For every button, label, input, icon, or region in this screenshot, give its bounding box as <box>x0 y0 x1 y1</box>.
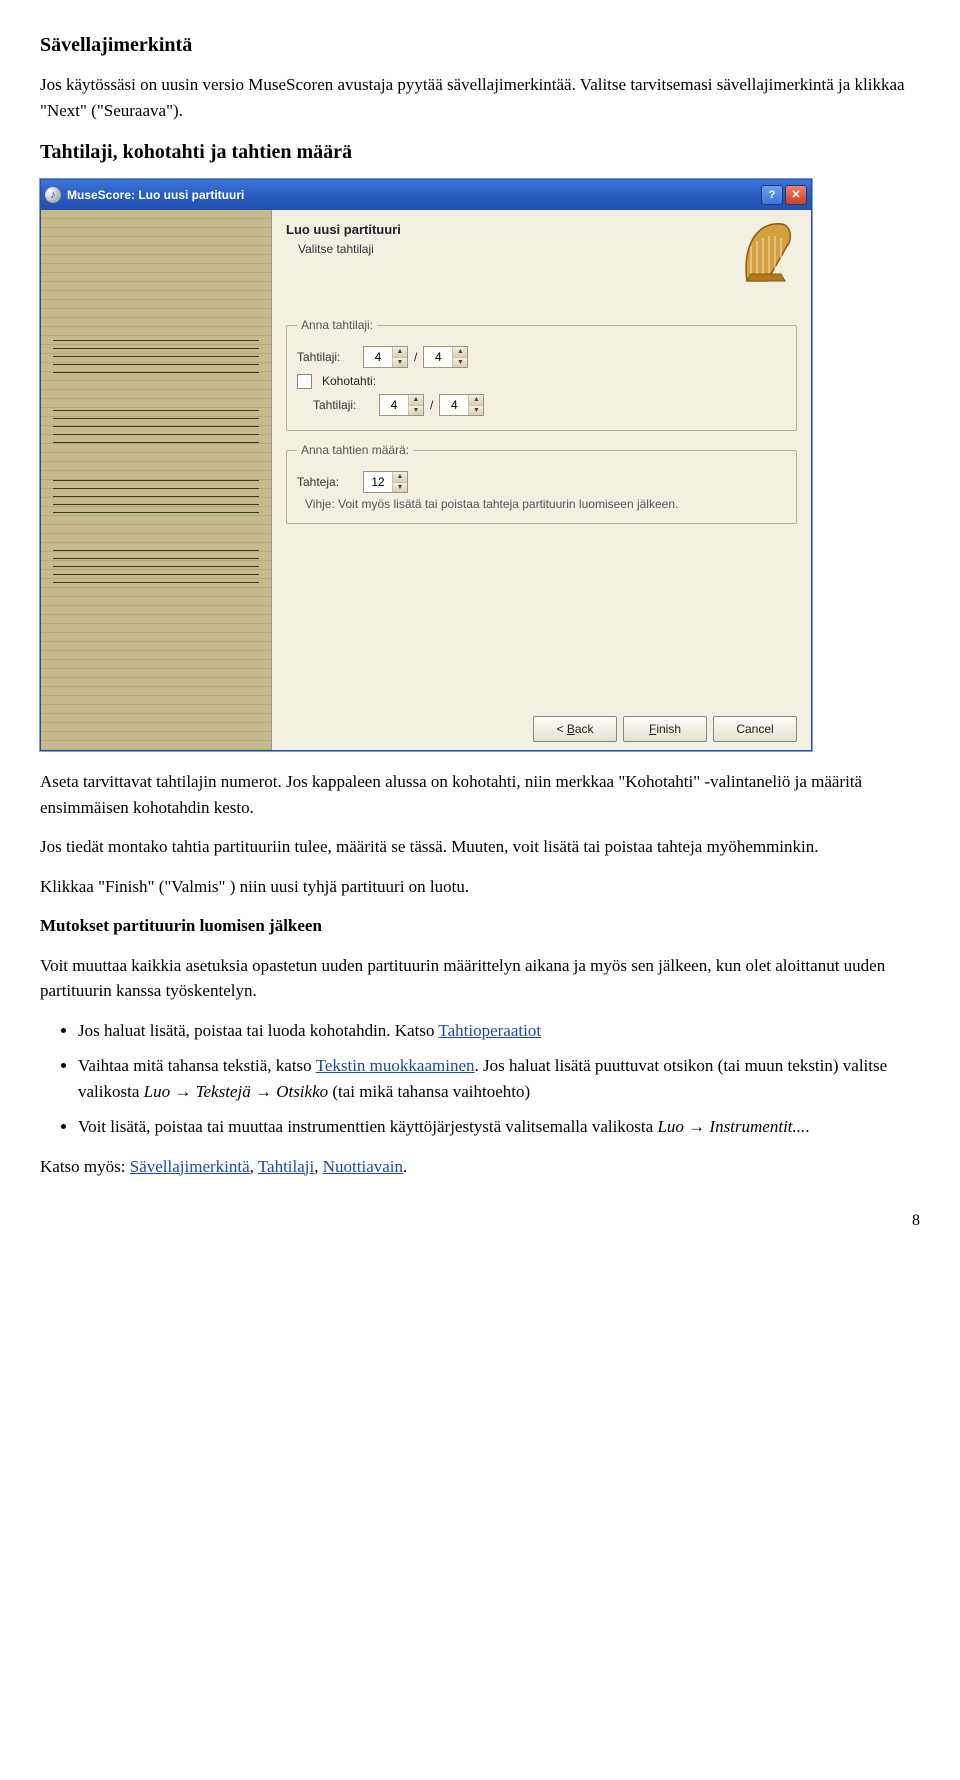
pickup-den-input[interactable] <box>440 395 468 415</box>
timesig-den-input[interactable] <box>424 347 452 367</box>
pickup-checkbox[interactable] <box>297 374 312 389</box>
group-measures-legend: Anna tahtien määrä: <box>297 441 413 459</box>
spin-up-icon[interactable]: ▲ <box>469 395 483 406</box>
slash-text: / <box>430 396 433 414</box>
pickup-numerator[interactable]: ▲▼ <box>379 394 424 416</box>
pickup-num-input[interactable] <box>380 395 408 415</box>
group-timesig: Anna tahtilaji: Tahtilaji: ▲▼ / ▲▼ <box>286 316 797 431</box>
close-icon: ✕ <box>791 187 800 204</box>
list-item: Vaihtaa mitä tahansa tekstiä, katso Teks… <box>78 1053 920 1104</box>
paragraph-5: Voit muuttaa kaikkia asetuksia opastetun… <box>40 953 920 1004</box>
label-measures: Tahteja: <box>297 473 357 491</box>
wizard-sidebar <box>41 210 272 750</box>
spin-up-icon[interactable]: ▲ <box>453 347 467 358</box>
spin-up-icon[interactable]: ▲ <box>393 347 407 358</box>
li2-menu-path: Luo → Tekstejä → Otsikko <box>144 1082 328 1101</box>
spin-down-icon[interactable]: ▼ <box>393 483 407 493</box>
finish-button[interactable]: Finish <box>623 716 707 742</box>
back-button[interactable]: < Back <box>533 716 617 742</box>
timesig-num-input[interactable] <box>364 347 392 367</box>
timesig-numerator[interactable]: ▲▼ <box>363 346 408 368</box>
li1-text: Jos haluat lisätä, poistaa tai luoda koh… <box>78 1021 438 1040</box>
spin-down-icon[interactable]: ▼ <box>409 406 423 416</box>
li2-text-d: (tai mikä tahansa vaihtoehto) <box>328 1082 530 1101</box>
paragraph-2: Aseta tarvittavat tahtilajin numerot. Jo… <box>40 769 920 820</box>
link-tahtilaji[interactable]: Tahtilaji <box>258 1157 314 1176</box>
list-item: Jos haluat lisätä, poistaa tai luoda koh… <box>78 1018 920 1044</box>
measures-spin[interactable]: ▲▼ <box>363 471 408 493</box>
link-tekstin-muokkaaminen[interactable]: Tekstin muokkaaminen <box>316 1056 475 1075</box>
paragraph-intro: Jos käytössäsi on uusin versio MuseScore… <box>40 72 920 123</box>
link-nuottiavain[interactable]: Nuottiavain <box>323 1157 403 1176</box>
group-timesig-legend: Anna tahtilaji: <box>297 316 377 334</box>
dialog-new-score: ♪ MuseScore: Luo uusi partituuri ? ✕ Luo… <box>40 179 812 751</box>
paragraph-3: Jos tiedät montako tahtia partituuriin t… <box>40 834 920 860</box>
spin-down-icon[interactable]: ▼ <box>469 406 483 416</box>
link-tahtioperaatiot[interactable]: Tahtioperaatiot <box>438 1021 541 1040</box>
label-timesig: Tahtilaji: <box>297 348 357 366</box>
help-button[interactable]: ? <box>761 185 783 205</box>
spin-down-icon[interactable]: ▼ <box>393 358 407 368</box>
cancel-button[interactable]: Cancel <box>713 716 797 742</box>
see-also: Katso myös: Sävellajimerkintä, Tahtilaji… <box>40 1154 920 1180</box>
harp-icon <box>737 216 797 286</box>
page-number: 8 <box>40 1209 920 1233</box>
label-pickup: Tahtilaji: <box>313 396 373 414</box>
li3-text-c: . <box>805 1117 809 1136</box>
wizard-subheading: Valitse tahtilaji <box>298 240 737 258</box>
dialog-title: MuseScore: Luo uusi partituuri <box>67 186 759 204</box>
paragraph-4: Klikkaa "Finish" ("Valmis" ) niin uusi t… <box>40 874 920 900</box>
link-savellajimerkinta[interactable]: Sävellajimerkintä <box>130 1157 250 1176</box>
measures-input[interactable] <box>364 472 392 492</box>
dialog-titlebar: ♪ MuseScore: Luo uusi partituuri ? ✕ <box>41 180 811 210</box>
li2-text-a: Vaihtaa mitä tahansa tekstiä, katso <box>78 1056 316 1075</box>
measures-hint: Vihje: Voit myös lisätä tai poistaa taht… <box>305 497 786 513</box>
spin-up-icon[interactable]: ▲ <box>409 395 423 406</box>
pickup-checkbox-label: Kohotahti: <box>322 372 376 390</box>
app-icon: ♪ <box>45 187 61 203</box>
spin-up-icon[interactable]: ▲ <box>393 472 407 483</box>
li3-text-a: Voit lisätä, poistaa tai muuttaa instrum… <box>78 1117 657 1136</box>
group-measures: Anna tahtien määrä: Tahteja: ▲▼ Vihje: V… <box>286 441 797 524</box>
heading-after-creation: Mutokset partituurin luomisen jälkeen <box>40 913 920 939</box>
pickup-denominator[interactable]: ▲▼ <box>439 394 484 416</box>
heading-key-signature: Sävellajimerkintä <box>40 30 920 60</box>
li3-menu-path: Luo → Instrumentit... <box>657 1117 805 1136</box>
timesig-denominator[interactable]: ▲▼ <box>423 346 468 368</box>
heading-timesig: Tahtilaji, kohotahti ja tahtien määrä <box>40 137 920 167</box>
slash-text: / <box>414 348 417 366</box>
spin-down-icon[interactable]: ▼ <box>453 358 467 368</box>
list-item: Voit lisätä, poistaa tai muuttaa instrum… <box>78 1114 920 1140</box>
close-button[interactable]: ✕ <box>785 185 807 205</box>
wizard-heading: Luo uusi partituuri <box>286 220 737 240</box>
see-also-label: Katso myös: <box>40 1157 130 1176</box>
